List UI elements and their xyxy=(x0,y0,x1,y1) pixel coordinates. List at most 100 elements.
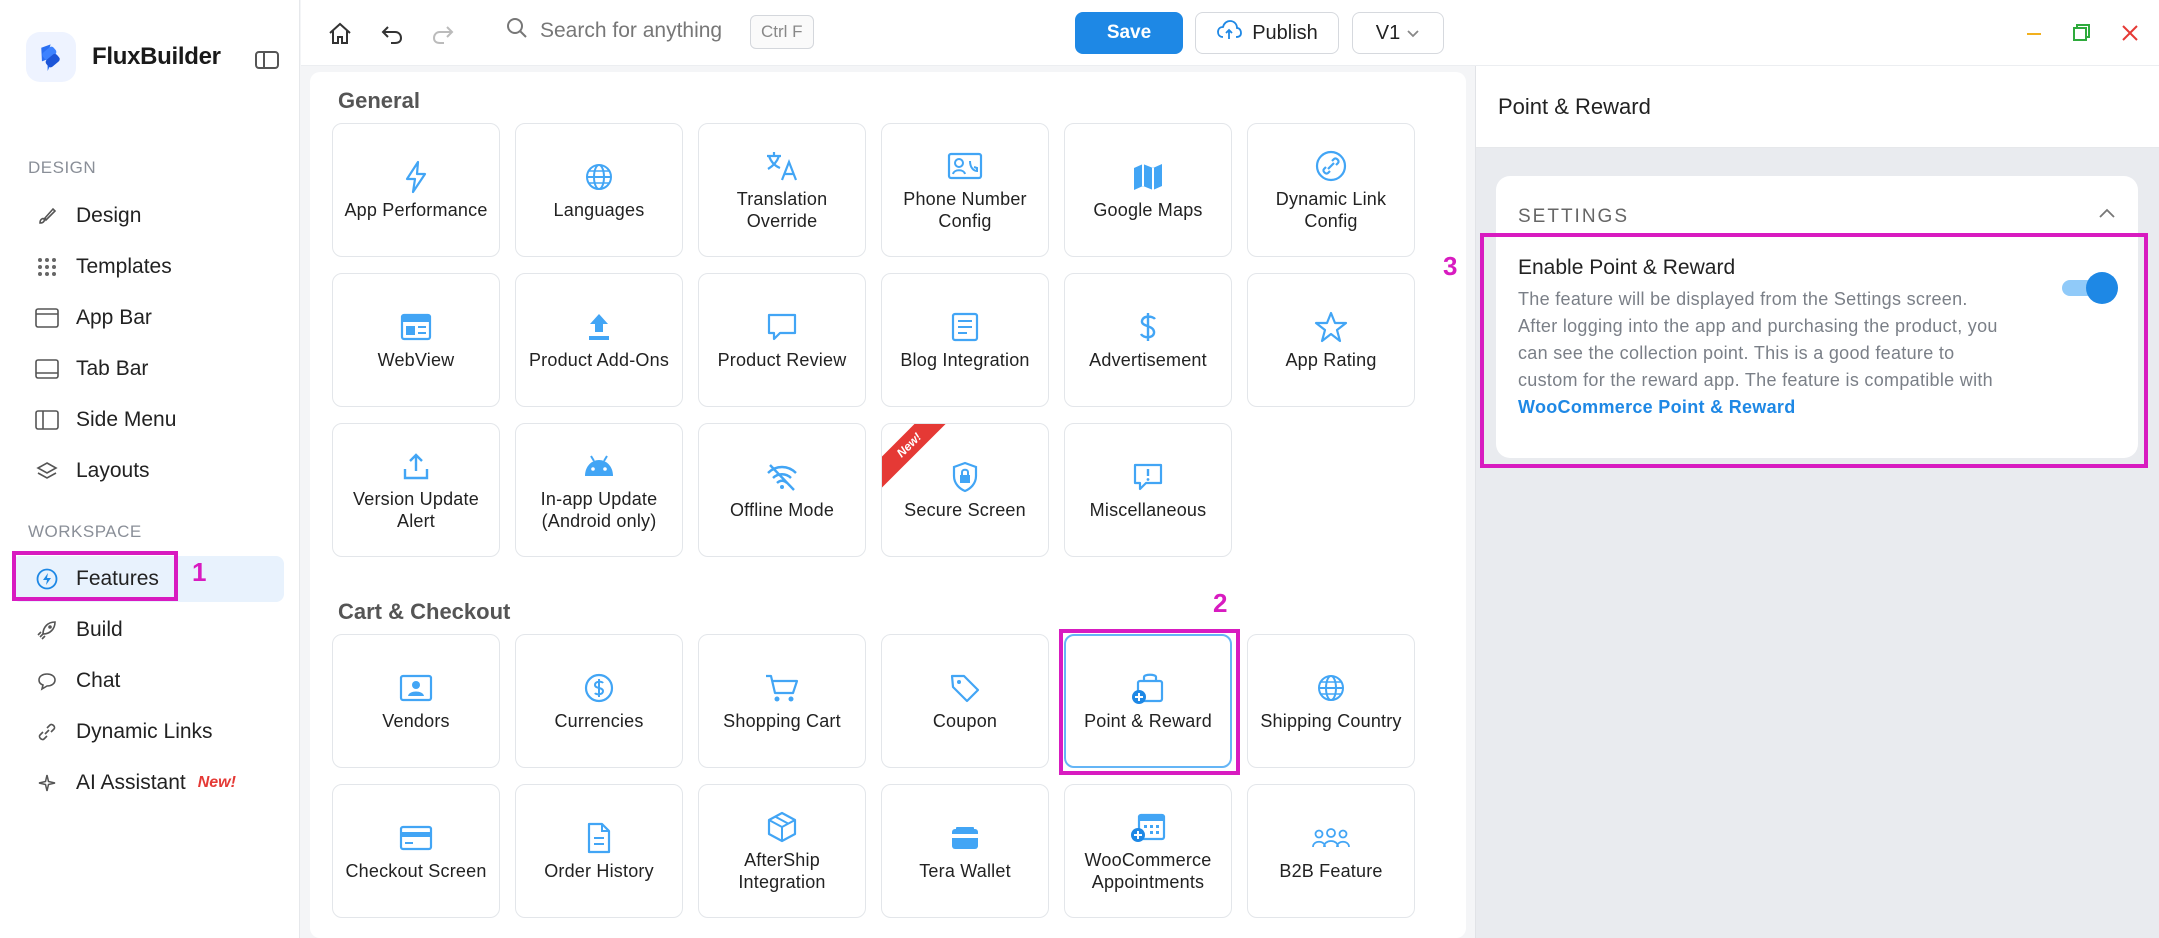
feature-card-in-app-update[interactable]: In-app Update (Android only) xyxy=(515,423,683,557)
undo-icon[interactable] xyxy=(377,19,407,49)
upload-icon xyxy=(585,309,613,345)
toolbar: Ctrl F Save Publish V1 xyxy=(301,0,2159,66)
version-select[interactable]: V1 xyxy=(1352,12,1444,54)
sidebar-item-layouts[interactable]: Layouts xyxy=(12,448,284,494)
chat-icon xyxy=(34,668,60,694)
box-icon xyxy=(766,809,798,845)
calendar-plus-icon xyxy=(1130,809,1166,845)
brand[interactable]: FluxBuilder xyxy=(26,32,221,82)
feature-label: Tera Wallet xyxy=(919,861,1011,881)
sidebar-item-tab-bar[interactable]: Tab Bar xyxy=(12,346,284,392)
new-badge: New! xyxy=(197,774,236,791)
new-ribbon: New! xyxy=(882,424,956,492)
sidebar-item-label: Build xyxy=(76,618,123,641)
feature-card-app-performance[interactable]: App Performance xyxy=(332,123,500,257)
sparkle-icon xyxy=(34,770,60,796)
version-label: V1 xyxy=(1375,21,1401,44)
feature-card-miscellaneous[interactable]: Miscellaneous xyxy=(1064,423,1232,557)
feature-label: Phone Number Config xyxy=(903,189,1027,231)
sidebar-item-build[interactable]: Build xyxy=(12,607,284,653)
feature-label: Product Add-Ons xyxy=(528,350,670,370)
search-bar[interactable] xyxy=(506,17,740,44)
sidebar-item-label: AI Assistant xyxy=(76,771,186,794)
group-title-cart-checkout: Cart & Checkout xyxy=(338,599,511,624)
side-menu-icon xyxy=(34,407,60,433)
sidebar-item-label: Templates xyxy=(76,255,172,278)
browser-icon xyxy=(400,309,432,345)
vendor-card-icon xyxy=(399,670,433,706)
dollar-circle-icon xyxy=(584,670,614,706)
layers-icon xyxy=(34,458,60,484)
feature-card-shipping-country[interactable]: Shipping Country xyxy=(1247,634,1415,768)
maximize-icon[interactable] xyxy=(2068,20,2094,46)
star-icon xyxy=(1314,309,1348,345)
feature-label: Languages xyxy=(553,200,645,220)
feature-label: Dynamic Link Config xyxy=(1275,189,1387,231)
sidebar-item-ai-assistant[interactable]: AI Assistant New! xyxy=(12,760,284,806)
feature-label: Shipping Country xyxy=(1260,711,1402,731)
shield-lock-icon xyxy=(951,459,979,495)
document-icon xyxy=(586,820,612,856)
feature-card-tera-wallet[interactable]: Tera Wallet xyxy=(881,784,1049,918)
feature-card-secure-screen[interactable]: New! Secure Screen xyxy=(881,423,1049,557)
feature-card-vendors[interactable]: Vendors xyxy=(332,634,500,768)
sidebar-item-dynamic-links[interactable]: Dynamic Links xyxy=(12,709,284,755)
feature-card-languages[interactable]: Languages xyxy=(515,123,683,257)
feature-card-aftership-integration[interactable]: AfterShip Integration xyxy=(698,784,866,918)
feature-card-dynamic-link-config[interactable]: Dynamic Link Config xyxy=(1247,123,1415,257)
fluxbuilder-logo-icon xyxy=(26,32,76,82)
feature-card-google-maps[interactable]: Google Maps xyxy=(1064,123,1232,257)
sidebar-item-app-bar[interactable]: App Bar xyxy=(12,295,284,341)
feature-card-blog-integration[interactable]: Blog Integration xyxy=(881,273,1049,407)
feature-card-coupon[interactable]: Coupon xyxy=(881,634,1049,768)
close-icon[interactable] xyxy=(2117,20,2143,46)
globe-icon xyxy=(1316,670,1346,706)
publish-button[interactable]: Publish xyxy=(1195,12,1339,54)
sidebar-item-label: Design xyxy=(76,204,142,227)
sidebar-item-design[interactable]: Design xyxy=(12,193,284,239)
sidebar-toggle-icon[interactable] xyxy=(254,50,280,70)
save-button[interactable]: Save xyxy=(1075,12,1183,54)
panel-title: Point & Reward xyxy=(1498,94,1651,119)
feature-card-app-rating[interactable]: App Rating xyxy=(1247,273,1415,407)
tab-bar-icon xyxy=(34,356,60,382)
feature-card-product-review[interactable]: Product Review xyxy=(698,273,866,407)
map-icon xyxy=(1132,159,1164,195)
home-icon[interactable] xyxy=(325,19,355,49)
feature-card-product-add-ons[interactable]: Product Add-Ons xyxy=(515,273,683,407)
minimize-icon[interactable] xyxy=(2021,20,2047,46)
search-input[interactable] xyxy=(540,18,740,43)
feature-card-order-history[interactable]: Order History xyxy=(515,784,683,918)
comment-icon xyxy=(766,309,798,345)
feature-card-b2b-feature[interactable]: B2B Feature xyxy=(1247,784,1415,918)
credit-card-icon xyxy=(399,820,433,856)
feature-label: Google Maps xyxy=(1093,200,1203,220)
upload-tray-icon xyxy=(402,448,430,484)
sidebar-item-templates[interactable]: Templates xyxy=(12,244,284,290)
tag-icon xyxy=(949,670,981,706)
chevron-up-icon[interactable] xyxy=(2098,206,2116,224)
feature-card-webview[interactable]: WebView xyxy=(332,273,500,407)
cart-icon xyxy=(764,670,800,706)
grid-icon xyxy=(34,254,60,280)
feature-card-translation-override[interactable]: Translation Override xyxy=(698,123,866,257)
feature-card-version-update-alert[interactable]: Version Update Alert xyxy=(332,423,500,557)
features-panel: General App Performance Languages Transl… xyxy=(310,72,1466,938)
feature-card-advertisement[interactable]: Advertisement xyxy=(1064,273,1232,407)
publish-label: Publish xyxy=(1252,21,1318,44)
feature-card-phone-number-config[interactable]: Phone Number Config xyxy=(881,123,1049,257)
redo-icon[interactable] xyxy=(428,19,458,49)
translate-icon xyxy=(765,148,799,184)
sidebar-item-side-menu[interactable]: Side Menu xyxy=(12,397,284,443)
feature-card-currencies[interactable]: Currencies xyxy=(515,634,683,768)
sidebar-item-label: Tab Bar xyxy=(76,357,149,380)
feature-label: Currencies xyxy=(554,711,644,731)
feature-card-shopping-cart[interactable]: Shopping Cart xyxy=(698,634,866,768)
sidebar-item-label: Layouts xyxy=(76,459,150,482)
sidebar-item-chat[interactable]: Chat xyxy=(12,658,284,704)
feature-label: Secure Screen xyxy=(904,500,1026,520)
feature-card-woocommerce-appointments[interactable]: WooCommerce Appointments xyxy=(1064,784,1232,918)
feature-label: B2B Feature xyxy=(1279,861,1383,881)
feature-card-checkout-screen[interactable]: Checkout Screen xyxy=(332,784,500,918)
feature-card-offline-mode[interactable]: Offline Mode xyxy=(698,423,866,557)
